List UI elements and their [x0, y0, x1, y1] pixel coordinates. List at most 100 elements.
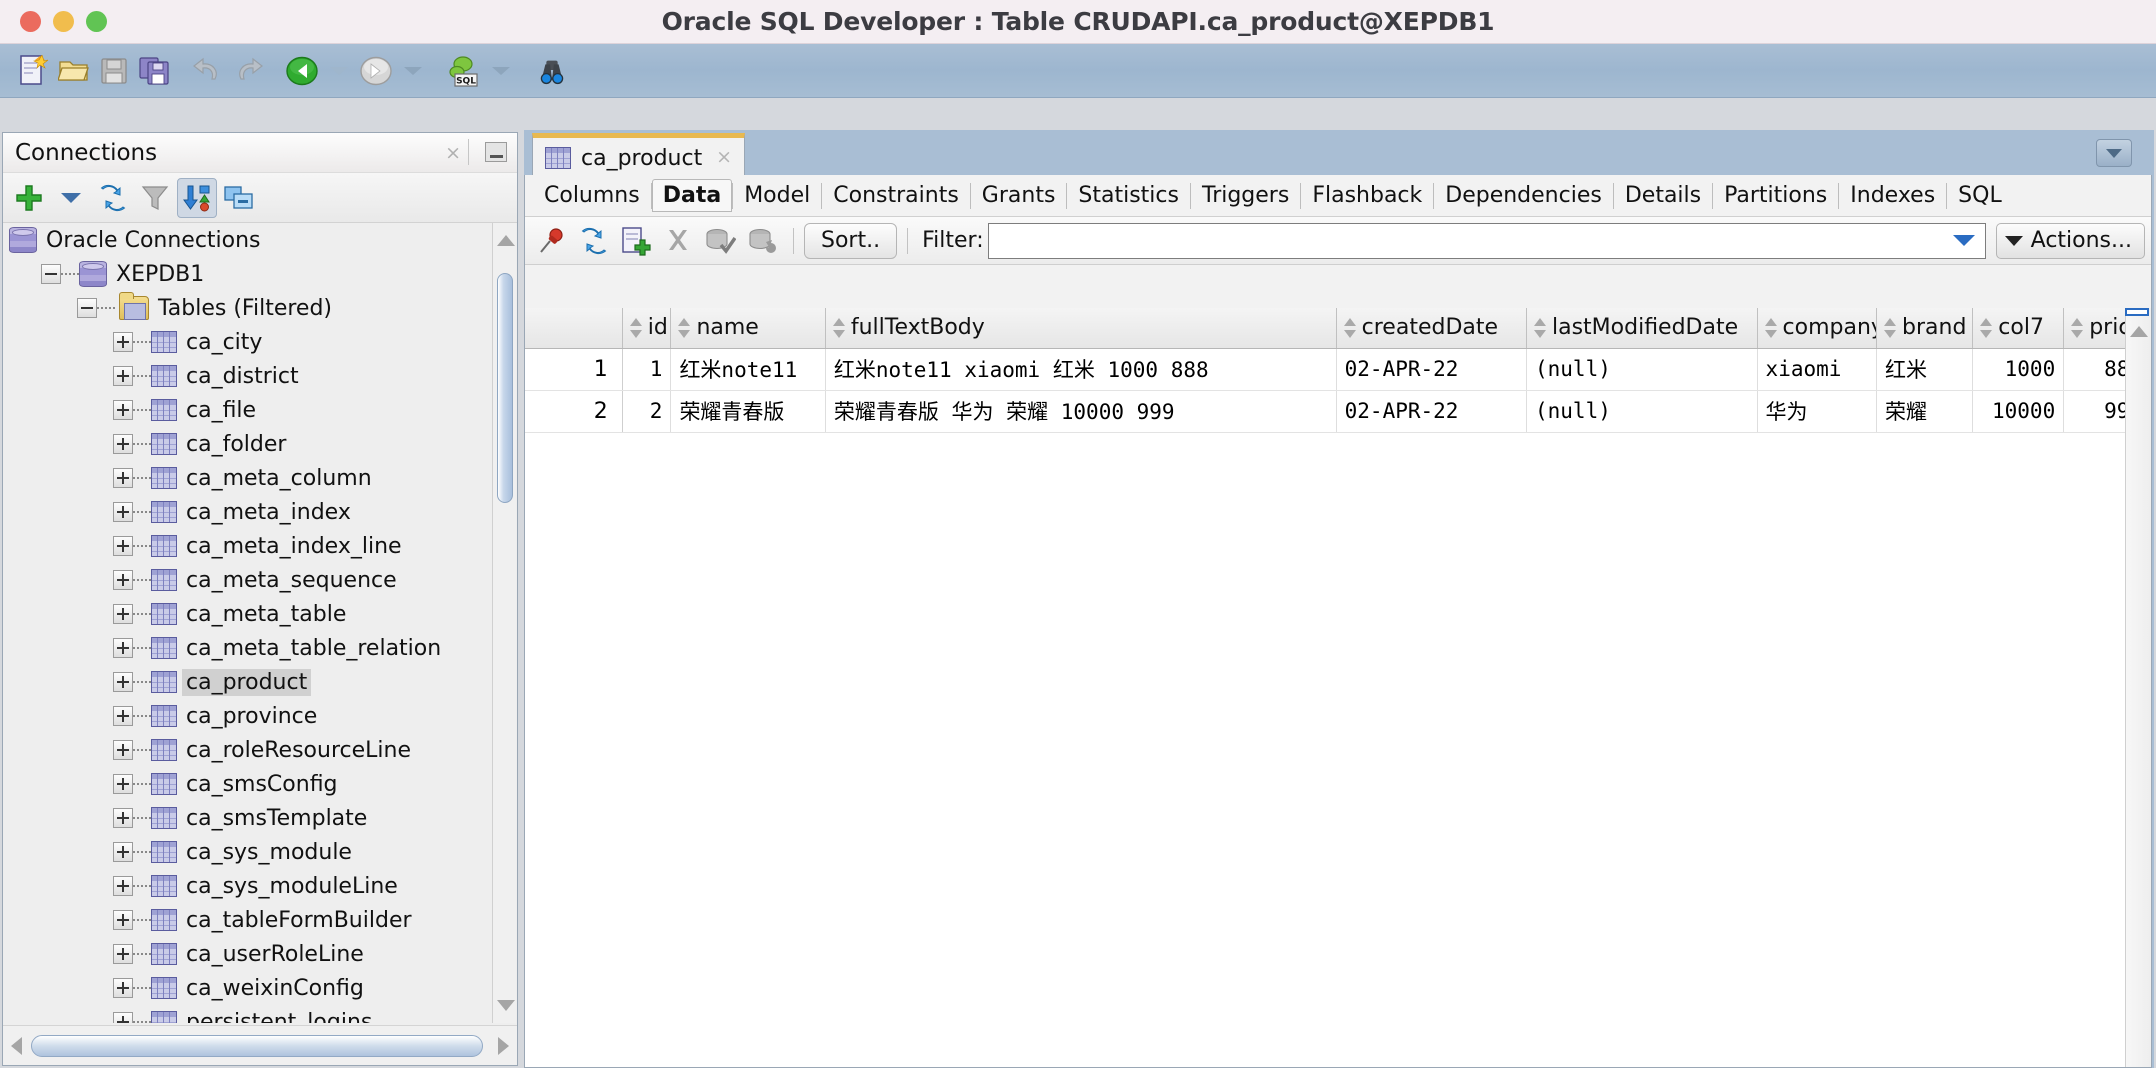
scroll-right-icon[interactable]	[498, 1036, 509, 1055]
scroll-down-icon[interactable]	[497, 1000, 515, 1011]
expand-icon[interactable]	[113, 502, 133, 522]
grid-column-header-col7[interactable]: col7	[1972, 308, 2065, 349]
collapse-all-icon[interactable]	[219, 178, 259, 218]
save-icon[interactable]	[97, 54, 131, 88]
sort-indicator-icon[interactable]	[832, 316, 846, 340]
tree-item-ca-city[interactable]: ca_city	[3, 325, 517, 359]
tab-columns[interactable]: Columns	[533, 181, 651, 210]
undo-icon[interactable]	[191, 54, 225, 88]
tab-model[interactable]: Model	[733, 181, 821, 210]
grid-cell-name[interactable]: 荣耀青春版	[670, 390, 826, 433]
expand-icon[interactable]	[113, 910, 133, 930]
expand-icon[interactable]	[113, 434, 133, 454]
sort-indicator-icon[interactable]	[677, 316, 691, 340]
expand-icon[interactable]	[113, 638, 133, 658]
grid-cell-company[interactable]: xiaomi	[1757, 348, 1878, 391]
close-icon[interactable]: ×	[445, 142, 461, 164]
tree-item-ca-meta-index[interactable]: ca_meta_index	[3, 495, 517, 529]
expand-icon[interactable]	[113, 468, 133, 488]
sort-indicator-icon[interactable]	[2070, 316, 2084, 340]
collapse-icon[interactable]	[77, 298, 97, 318]
tab-sql[interactable]: SQL	[1947, 181, 2013, 210]
tree-item-ca-userroleline[interactable]: ca_userRoleLine	[3, 937, 517, 971]
sort-indicator-icon[interactable]	[1979, 316, 1993, 340]
grid-cell-col7[interactable]: 1000	[1972, 348, 2065, 391]
scroll-up-icon[interactable]	[2130, 326, 2148, 337]
data-grid[interactable]: id name fullTextBody createdDate lastModifie…	[525, 308, 2151, 433]
tree-item-ca-folder[interactable]: ca_folder	[3, 427, 517, 461]
tree-item-ca-file[interactable]: ca_file	[3, 393, 517, 427]
expand-icon[interactable]	[113, 774, 133, 794]
sort-button[interactable]: Sort..	[804, 222, 898, 259]
expand-icon[interactable]	[113, 536, 133, 556]
insert-row-icon[interactable]	[615, 221, 657, 261]
back-arrow-icon[interactable]	[285, 54, 319, 88]
grid-body[interactable]: 1 1 红米note11 红米note11 xiaomi 红米 1000 888 02-…	[525, 348, 2151, 433]
collapse-icon[interactable]	[41, 264, 61, 284]
tab-grants[interactable]: Grants	[971, 181, 1067, 210]
grid-cell-createddate[interactable]: 02-APR-22	[1336, 348, 1528, 391]
tree-item-ca-sys-moduleline[interactable]: ca_sys_moduleLine	[3, 869, 517, 903]
table-row[interactable]: 1 1 红米note11 红米note11 xiaomi 红米 1000 888 02-…	[525, 348, 2151, 391]
tree-item-persistent-logins[interactable]: persistent_logins	[3, 1005, 517, 1023]
sort-indicator-icon[interactable]	[1533, 316, 1547, 340]
scroll-left-icon[interactable]	[11, 1036, 22, 1055]
sort-connections-icon[interactable]	[177, 177, 217, 218]
find-binoculars-icon[interactable]	[535, 54, 569, 88]
scroll-up-icon[interactable]	[497, 235, 515, 246]
tree-item-ca-product[interactable]: ca_product	[3, 665, 517, 699]
tree-item-ca-sys-module[interactable]: ca_sys_module	[3, 835, 517, 869]
pin-icon[interactable]	[531, 221, 573, 261]
expand-icon[interactable]	[113, 944, 133, 964]
grid-column-header-brand[interactable]: brand	[1876, 308, 1974, 349]
tab-flashback[interactable]: Flashback	[1301, 181, 1433, 210]
expand-icon[interactable]	[113, 570, 133, 590]
expand-icon[interactable]	[113, 332, 133, 352]
save-all-icon[interactable]	[137, 54, 171, 88]
add-connection-dropdown-icon[interactable]	[51, 178, 91, 218]
row-number-cell[interactable]: 2	[525, 390, 623, 433]
grid-cell-brand[interactable]: 红米	[1876, 348, 1974, 391]
tree-item-oracle-connections[interactable]: Oracle Connections	[3, 223, 517, 257]
grid-cell-brand[interactable]: 荣耀	[1876, 390, 1974, 433]
grid-cell-lastmodifieddate[interactable]: (null)	[1526, 348, 1758, 391]
tree-item-tables-filtered-[interactable]: Tables (Filtered)	[3, 291, 517, 325]
expand-icon[interactable]	[113, 842, 133, 862]
expand-icon[interactable]	[113, 978, 133, 998]
sort-indicator-icon[interactable]	[1343, 316, 1357, 340]
tree-item-ca-roleresourceline[interactable]: ca_roleResourceLine	[3, 733, 517, 767]
grid-cell-company[interactable]: 华为	[1757, 390, 1878, 433]
expand-icon[interactable]	[113, 808, 133, 828]
chevron-down-icon[interactable]	[1952, 235, 1975, 246]
tree-vertical-scrollbar[interactable]	[492, 223, 516, 1023]
grid-cell-lastmodifieddate[interactable]: (null)	[1526, 390, 1758, 433]
tree-vertical-scroll-thumb[interactable]	[497, 273, 513, 503]
tree-item-ca-district[interactable]: ca_district	[3, 359, 517, 393]
close-icon[interactable]: ×	[716, 146, 732, 168]
tree-item-ca-weixinconfig[interactable]: ca_weixinConfig	[3, 971, 517, 1005]
tree-horizontal-scroll-thumb[interactable]	[31, 1034, 483, 1057]
expand-icon[interactable]	[113, 740, 133, 760]
tree-item-ca-meta-table-relation[interactable]: ca_meta_table_relation	[3, 631, 517, 665]
grid-column-header-fulltextbody[interactable]: fullTextBody	[825, 308, 1337, 349]
refresh-data-icon[interactable]	[573, 221, 615, 261]
tree-item-ca-meta-sequence[interactable]: ca_meta_sequence	[3, 563, 517, 597]
tab-partitions[interactable]: Partitions	[1713, 181, 1838, 210]
tree-item-ca-smstemplate[interactable]: ca_smsTemplate	[3, 801, 517, 835]
minimize-panel-button[interactable]	[485, 142, 507, 162]
tree-item-ca-meta-index-line[interactable]: ca_meta_index_line	[3, 529, 517, 563]
tree-item-ca-smsconfig[interactable]: ca_smsConfig	[3, 767, 517, 801]
table-row[interactable]: 2 2 荣耀青春版 荣耀青春版 华为 荣耀 10000 999 02-APR-22 (nu…	[525, 390, 2151, 433]
tab-indexes[interactable]: Indexes	[1839, 181, 1946, 210]
row-number-cell[interactable]: 1	[525, 348, 623, 391]
tree-item-xepdb1[interactable]: XEPDB1	[3, 257, 517, 291]
expand-icon[interactable]	[113, 400, 133, 420]
tab-statistics[interactable]: Statistics	[1067, 181, 1190, 210]
tree-item-ca-province[interactable]: ca_province	[3, 699, 517, 733]
tab-dependencies[interactable]: Dependencies	[1434, 181, 1613, 210]
filter-field-wrapper[interactable]	[987, 222, 1986, 259]
tab-constraints[interactable]: Constraints	[822, 181, 970, 210]
tab-data[interactable]: Data	[651, 179, 733, 212]
grid-cell-createddate[interactable]: 02-APR-22	[1336, 390, 1528, 433]
grid-cell-fulltextbody[interactable]: 荣耀青春版 华为 荣耀 10000 999	[825, 390, 1337, 433]
